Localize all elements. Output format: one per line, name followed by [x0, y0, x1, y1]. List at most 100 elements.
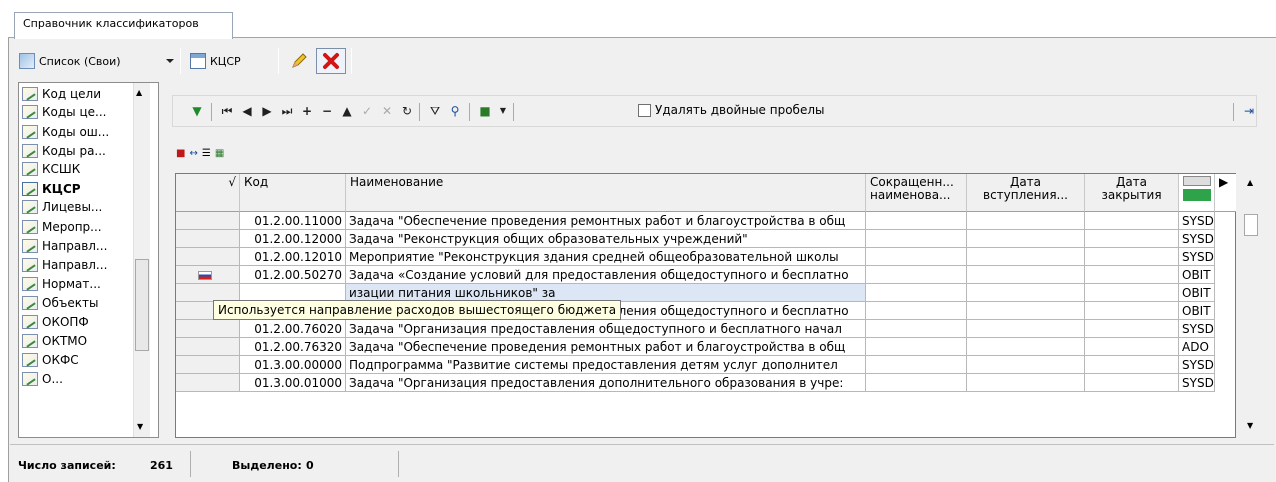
table-cell-name[interactable]: Задача "Организация предоставления общед… — [346, 320, 866, 338]
table-cell-d2[interactable] — [1085, 338, 1179, 356]
list-item[interactable]: Коды це... — [22, 103, 106, 121]
table-cell-d2[interactable] — [1085, 284, 1179, 302]
columns-icon[interactable]: ▦ — [215, 148, 224, 159]
table-cell-user[interactable]: SYSD — [1179, 374, 1215, 392]
expand-icon[interactable]: ↔ — [189, 148, 197, 159]
table-cell-d2[interactable] — [1085, 302, 1179, 320]
row-indicator[interactable] — [176, 338, 240, 356]
scroll-up-icon[interactable]: ▲ — [136, 88, 142, 97]
table-row[interactable]: 01.2.00.76320 Задача "Обеспечение проведе… — [176, 338, 1237, 356]
row-indicator[interactable] — [176, 212, 240, 230]
table-row[interactable]: 01.2.00.76020 Задача "Организация предост… — [176, 320, 1237, 338]
table-cell-name[interactable]: Задача "Реконструкция общих образователь… — [346, 230, 866, 248]
table-cell-code[interactable]: 01.3.00.01000 — [240, 374, 346, 392]
table-cell-user[interactable]: SYSD — [1179, 320, 1215, 338]
column-nav-icon[interactable] — [1183, 176, 1211, 186]
row-indicator[interactable] — [176, 356, 240, 374]
table-cell-d1[interactable] — [967, 212, 1085, 230]
table-row[interactable]: 01.2.00.12000 Задача "Реконструкция общих… — [176, 230, 1237, 248]
table-cell-user[interactable]: OBIT — [1179, 284, 1215, 302]
table-row[interactable]: 01.2.00.11000 Задача "Обеспечение проведе… — [176, 212, 1237, 230]
insert-icon[interactable]: ■ — [176, 148, 185, 159]
list-item[interactable]: КСШК — [22, 160, 80, 178]
table-cell-user[interactable]: SYSD — [1179, 230, 1215, 248]
table-cell-name[interactable]: Задача "Обеспечение проведения ремонтных… — [346, 212, 866, 230]
table-cell-short[interactable] — [866, 320, 967, 338]
table-cell-d1[interactable] — [967, 284, 1085, 302]
post-edit-icon[interactable]: ✓ — [359, 103, 375, 119]
table-row[interactable]: 01.3.00.01000 Задача "Организация предост… — [176, 374, 1237, 392]
table-cell-code[interactable]: 01.2.00.76320 — [240, 338, 346, 356]
column-header-name[interactable]: Наименование — [346, 174, 866, 212]
table-cell-name[interactable]: Подпрограмма "Развитие системы предостав… — [346, 356, 866, 374]
table-cell-user[interactable]: OBIT — [1179, 266, 1215, 284]
table-cell-short[interactable] — [866, 338, 967, 356]
table-cell-d1[interactable] — [967, 248, 1085, 266]
scroll-down-icon[interactable]: ▼ — [1247, 421, 1253, 430]
list-dropdown-button[interactable] — [162, 48, 178, 74]
row-indicator[interactable] — [176, 248, 240, 266]
list-item[interactable]: Код цели — [22, 85, 101, 103]
table-cell-short[interactable] — [866, 212, 967, 230]
list-scroll-thumb[interactable] — [135, 259, 149, 351]
funnel-icon[interactable]: ⛛ — [427, 103, 443, 119]
list-item-selected[interactable]: КЦСР — [22, 180, 81, 198]
exit-icon[interactable]: ⇥ — [1241, 103, 1257, 119]
table-row[interactable]: 01.2.00.50270 Задача «Создание условий дл… — [176, 266, 1237, 284]
column-header-code[interactable]: Код — [240, 174, 346, 212]
cancel-edit-icon[interactable]: ✕ — [379, 103, 395, 119]
table-cell-name[interactable]: Мероприятие "Реконструкция здания средне… — [346, 248, 866, 266]
close-button[interactable] — [316, 48, 346, 74]
scroll-right-icon[interactable]: ▶ — [1215, 174, 1236, 212]
kcsr-button[interactable]: КЦСР — [187, 48, 244, 74]
row-indicator[interactable] — [176, 230, 240, 248]
list-item[interactable]: Объекты — [22, 294, 98, 312]
table-cell-d2[interactable] — [1085, 248, 1179, 266]
table-cell-d2[interactable] — [1085, 212, 1179, 230]
table-cell-short[interactable] — [866, 266, 967, 284]
table-cell-d1[interactable] — [967, 356, 1085, 374]
table-cell-name[interactable]: Задача "Обеспечение проведения ремонтных… — [346, 338, 866, 356]
table-cell-d2[interactable] — [1085, 266, 1179, 284]
table-row[interactable]: 01.2.00.12010 Мероприятие "Реконструкция … — [176, 248, 1237, 266]
chevron-down-icon[interactable]: ▼ — [495, 103, 511, 119]
table-cell-short[interactable] — [866, 374, 967, 392]
list-item[interactable]: Нормат... — [22, 275, 101, 293]
export-icon[interactable]: ■ — [477, 103, 493, 119]
table-cell-d2[interactable] — [1085, 320, 1179, 338]
table-cell-code[interactable]: 01.2.00.50270 — [240, 266, 346, 284]
table-cell-d1[interactable] — [967, 230, 1085, 248]
list-item[interactable]: ОКФС — [22, 351, 79, 369]
column-header-short-name[interactable]: Сокращенн... наименова... — [866, 174, 967, 212]
grid-scroll-thumb[interactable] — [1244, 214, 1258, 236]
row-indicator[interactable] — [176, 374, 240, 392]
column-header-user[interactable] — [1179, 174, 1215, 212]
table-cell-user[interactable]: ADO — [1179, 338, 1215, 356]
list-item[interactable]: Направл... — [22, 256, 107, 274]
table-cell-d2[interactable] — [1085, 374, 1179, 392]
edit-record-icon[interactable]: ▲ — [339, 103, 355, 119]
binoculars-icon[interactable]: ⚲ — [447, 103, 463, 119]
table-cell-code[interactable]: 01.2.00.12000 — [240, 230, 346, 248]
list-item[interactable]: Направл... — [22, 237, 107, 255]
table-cell-d1[interactable] — [967, 266, 1085, 284]
next-record-icon[interactable]: ▶ — [259, 103, 275, 119]
delete-record-icon[interactable]: − — [319, 103, 335, 119]
table-cell-user[interactable]: SYSD — [1179, 248, 1215, 266]
filter-icon[interactable]: ▼ — [189, 103, 205, 119]
list-item[interactable]: Меропр... — [22, 218, 102, 236]
table-cell-short[interactable] — [866, 284, 967, 302]
table-row[interactable]: 01.3.00.00000 Подпрограмма "Развитие сист… — [176, 356, 1237, 374]
table-cell-name[interactable]: Задача "Организация предоставления допол… — [346, 374, 866, 392]
list-item[interactable]: О... — [22, 370, 63, 388]
last-record-icon[interactable]: ⏭ — [279, 103, 295, 119]
table-cell-d1[interactable] — [967, 302, 1085, 320]
scroll-up-icon[interactable]: ▲ — [1247, 178, 1253, 187]
table-cell-user[interactable]: OBIT — [1179, 302, 1215, 320]
table-cell-short[interactable] — [866, 302, 967, 320]
list-item[interactable]: Коды ош... — [22, 123, 109, 141]
first-record-icon[interactable]: ⏮ — [219, 103, 235, 119]
table-cell-user[interactable]: SYSD — [1179, 356, 1215, 374]
list-item[interactable]: ОКОПФ — [22, 313, 89, 331]
prev-record-icon[interactable]: ◀ — [239, 103, 255, 119]
